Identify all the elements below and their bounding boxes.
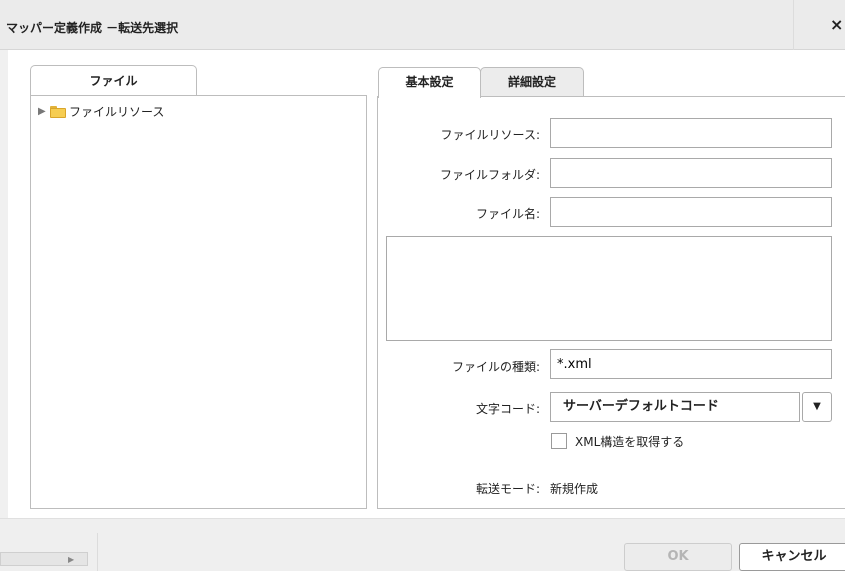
footer-divider — [97, 533, 98, 571]
transfer-mode-value: 新規作成 — [550, 482, 599, 496]
encoding-select[interactable]: サーバーデフォルトコード — [550, 392, 800, 422]
file-type-label: ファイルの種類: — [451, 360, 540, 374]
file-name-input[interactable] — [550, 197, 832, 227]
xml-structure-label: XML構造を取得する — [575, 435, 685, 449]
tab-advanced-settings[interactable]: 詳細設定 — [480, 67, 584, 97]
expand-arrow-icon[interactable]: ▶ — [38, 106, 50, 117]
xml-structure-checkbox[interactable] — [551, 433, 567, 449]
tree-item-label: ファイルリソース — [69, 105, 165, 119]
dialog-title: マッパー定義作成 －転送先選択 — [6, 21, 179, 35]
tab-file[interactable]: ファイル — [30, 65, 197, 96]
file-resource-input[interactable] — [550, 118, 832, 148]
titlebar-divider — [793, 0, 794, 50]
file-folder-label: ファイルフォルダ: — [439, 168, 540, 182]
horizontal-scrollbar[interactable] — [0, 552, 88, 566]
close-icon[interactable]: × — [830, 15, 843, 34]
dialog-titlebar: マッパー定義作成 －転送先選択 × — [0, 0, 845, 50]
file-name-label: ファイル名: — [475, 207, 540, 221]
tab-basic-settings[interactable]: 基本設定 — [378, 67, 481, 98]
file-tree-panel: ▶ ファイルリソース — [30, 95, 367, 509]
file-folder-input[interactable] — [550, 158, 832, 188]
encoding-label: 文字コード: — [475, 402, 540, 416]
description-textarea[interactable] — [386, 236, 832, 341]
transfer-mode-label: 転送モード: — [475, 482, 540, 496]
folder-icon — [50, 105, 66, 118]
chevron-down-icon[interactable]: ▼ — [802, 392, 832, 422]
file-type-input[interactable] — [550, 349, 832, 379]
ok-button[interactable]: OK — [624, 543, 732, 571]
file-resource-label: ファイルリソース: — [440, 128, 540, 142]
scroll-right-icon[interactable]: ▶ — [68, 555, 74, 564]
tree-item-file-resource[interactable]: ▶ ファイルリソース — [38, 103, 164, 120]
cancel-button[interactable]: キャンセル — [739, 543, 845, 571]
